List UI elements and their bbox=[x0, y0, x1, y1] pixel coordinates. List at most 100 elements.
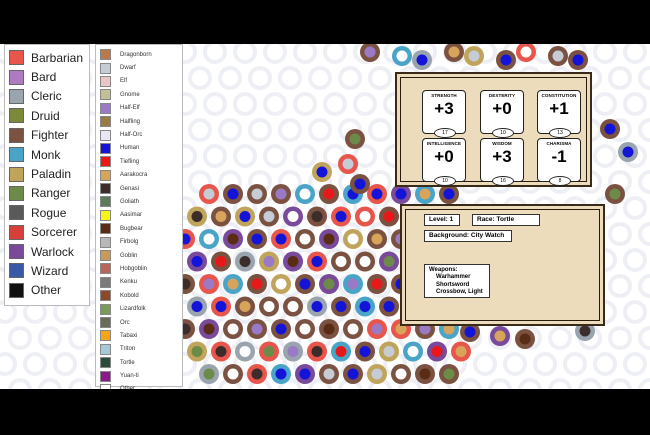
bubble[interactable] bbox=[299, 233, 311, 245]
bubble[interactable] bbox=[275, 233, 287, 245]
bubble[interactable] bbox=[248, 66, 272, 90]
bubble[interactable] bbox=[609, 188, 621, 200]
bubble[interactable] bbox=[579, 325, 591, 337]
bubble[interactable] bbox=[593, 352, 617, 376]
bubble[interactable] bbox=[335, 301, 347, 312]
bubble[interactable] bbox=[233, 92, 257, 116]
bubble[interactable] bbox=[419, 368, 431, 380]
bubble[interactable] bbox=[323, 368, 335, 380]
bubble[interactable] bbox=[519, 333, 531, 345]
bubble[interactable] bbox=[251, 323, 263, 335]
bubble[interactable] bbox=[239, 211, 251, 222]
bubble[interactable] bbox=[368, 66, 392, 90]
bubble[interactable] bbox=[458, 378, 482, 389]
bubble[interactable] bbox=[68, 378, 92, 389]
bubble[interactable] bbox=[578, 378, 602, 389]
bubble[interactable] bbox=[371, 368, 383, 380]
bubble[interactable] bbox=[623, 248, 647, 272]
bubble[interactable] bbox=[53, 352, 77, 376]
bubble[interactable] bbox=[364, 46, 376, 58]
bubble[interactable] bbox=[323, 278, 335, 290]
bubble[interactable] bbox=[203, 368, 215, 380]
bubble[interactable] bbox=[299, 278, 311, 290]
bubble[interactable] bbox=[191, 211, 203, 222]
bubble[interactable] bbox=[311, 346, 323, 357]
bubble[interactable] bbox=[311, 256, 323, 267]
bubble[interactable] bbox=[248, 118, 272, 142]
bubble[interactable] bbox=[353, 144, 377, 168]
bubble[interactable] bbox=[23, 352, 47, 376]
bubble[interactable] bbox=[251, 368, 263, 380]
bubble[interactable] bbox=[251, 278, 263, 290]
bubble[interactable] bbox=[431, 346, 443, 357]
bubble[interactable] bbox=[233, 144, 257, 168]
bubble[interactable] bbox=[233, 44, 257, 64]
bubble[interactable] bbox=[347, 233, 359, 245]
bubble[interactable] bbox=[203, 233, 215, 245]
bubble[interactable] bbox=[0, 352, 17, 376]
bubble[interactable] bbox=[251, 233, 263, 245]
bubble[interactable] bbox=[395, 368, 407, 380]
bubble[interactable] bbox=[359, 301, 371, 312]
bubble[interactable] bbox=[215, 301, 227, 312]
bubble[interactable] bbox=[455, 346, 467, 357]
bubble[interactable] bbox=[227, 368, 239, 380]
bubble[interactable] bbox=[68, 326, 92, 350]
bubble[interactable] bbox=[638, 326, 650, 350]
bubble[interactable] bbox=[608, 222, 632, 246]
bubble[interactable] bbox=[227, 188, 239, 200]
bubble[interactable] bbox=[263, 144, 287, 168]
bubble[interactable] bbox=[287, 211, 299, 222]
bubble[interactable] bbox=[293, 144, 317, 168]
bubble[interactable] bbox=[593, 44, 617, 64]
bubble[interactable] bbox=[218, 118, 242, 142]
bubble[interactable] bbox=[239, 346, 251, 357]
bubble[interactable] bbox=[500, 54, 512, 66]
bubble[interactable] bbox=[548, 378, 572, 389]
bubble[interactable] bbox=[203, 278, 215, 290]
bubble[interactable] bbox=[368, 118, 392, 142]
bubble[interactable] bbox=[293, 44, 317, 64]
bubble[interactable] bbox=[383, 301, 395, 312]
bubble[interactable] bbox=[359, 256, 371, 267]
visualization-area[interactable]: Barbarian Bard Cleric Druid Fighter Monk Palad… bbox=[0, 44, 650, 389]
bubble[interactable] bbox=[335, 211, 347, 222]
bubble[interactable] bbox=[323, 233, 335, 245]
bubble[interactable] bbox=[263, 44, 287, 64]
bubble[interactable] bbox=[203, 44, 227, 64]
bubble[interactable] bbox=[443, 368, 455, 380]
bubble[interactable] bbox=[608, 378, 632, 389]
bubble[interactable] bbox=[371, 278, 383, 290]
bubble[interactable] bbox=[227, 233, 239, 245]
bubble[interactable] bbox=[347, 278, 359, 290]
bubble[interactable] bbox=[488, 378, 512, 389]
bubble[interactable] bbox=[316, 166, 328, 178]
bubble[interactable] bbox=[623, 92, 647, 116]
bubble[interactable] bbox=[215, 256, 227, 267]
bubble[interactable] bbox=[215, 346, 227, 357]
bubble[interactable] bbox=[608, 274, 632, 298]
bubble[interactable] bbox=[638, 222, 650, 246]
bubble[interactable] bbox=[443, 188, 455, 200]
bubble[interactable] bbox=[263, 211, 275, 222]
bubble[interactable] bbox=[383, 256, 395, 267]
bubble[interactable] bbox=[371, 188, 383, 200]
bubble[interactable] bbox=[38, 378, 62, 389]
bubble[interactable] bbox=[494, 330, 506, 342]
bubble[interactable] bbox=[188, 66, 212, 90]
bubble[interactable] bbox=[593, 92, 617, 116]
bubble[interactable] bbox=[395, 188, 407, 200]
bubble[interactable] bbox=[191, 301, 203, 312]
bubble[interactable] bbox=[533, 352, 557, 376]
bubble[interactable] bbox=[278, 66, 302, 90]
bubble[interactable] bbox=[638, 66, 650, 90]
bubble[interactable] bbox=[251, 188, 263, 200]
bubble[interactable] bbox=[608, 66, 632, 90]
bubble[interactable] bbox=[191, 256, 203, 267]
bubble[interactable] bbox=[188, 118, 212, 142]
bubble[interactable] bbox=[353, 92, 377, 116]
bubble[interactable] bbox=[371, 323, 383, 335]
bubble[interactable] bbox=[227, 278, 239, 290]
bubble[interactable] bbox=[203, 323, 215, 335]
bubble[interactable] bbox=[338, 66, 362, 90]
